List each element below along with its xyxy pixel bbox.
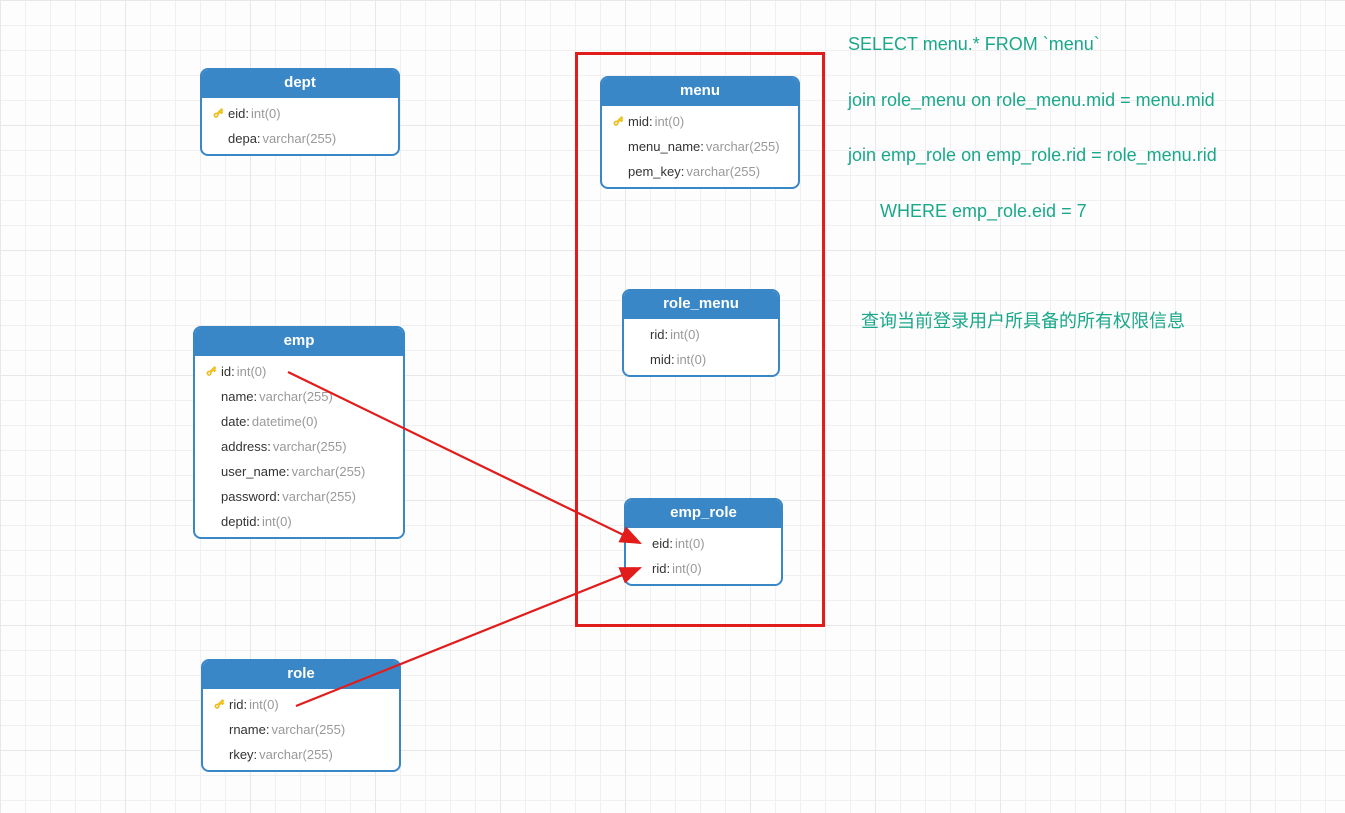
field-name: mid:	[650, 349, 675, 370]
field-name: rid:	[650, 324, 668, 345]
entity-emp-role[interactable]: emp_role eid: int(0)rid: int(0)	[624, 498, 783, 586]
field-name: menu_name:	[628, 136, 704, 157]
sql-line-2: join role_menu on role_menu.mid = menu.m…	[848, 89, 1215, 112]
field-type: int(0)	[251, 103, 281, 124]
field-name: mid:	[628, 111, 653, 132]
field-name: date:	[221, 411, 250, 432]
field-name: address:	[221, 436, 271, 457]
sql-line-4: WHERE emp_role.eid = 7	[880, 200, 1087, 223]
field-row: depa: varchar(255)	[202, 126, 398, 151]
field-row: pem_key: varchar(255)	[602, 159, 798, 184]
field-type: datetime(0)	[252, 411, 318, 432]
entity-role-menu[interactable]: role_menu rid: int(0)mid: int(0)	[622, 289, 780, 377]
field-type: int(0)	[262, 511, 292, 532]
field-row: rid: int(0)	[203, 692, 399, 717]
field-row: user_name: varchar(255)	[195, 459, 403, 484]
field-type: int(0)	[672, 558, 702, 579]
entity-emp[interactable]: emp id: int(0)name: varchar(255)date: da…	[193, 326, 405, 539]
field-row: id: int(0)	[195, 359, 403, 384]
field-name: user_name:	[221, 461, 290, 482]
entity-emp-role-title: emp_role	[626, 500, 781, 528]
field-row: eid: int(0)	[202, 101, 398, 126]
field-row: password: varchar(255)	[195, 484, 403, 509]
field-type: varchar(255)	[271, 719, 345, 740]
entity-dept[interactable]: dept eid: int(0)depa: varchar(255)	[200, 68, 400, 156]
entity-role-menu-body: rid: int(0)mid: int(0)	[624, 319, 778, 375]
key-slot	[610, 115, 628, 129]
field-row: mid: int(0)	[624, 347, 778, 372]
entity-dept-body: eid: int(0)depa: varchar(255)	[202, 98, 398, 154]
field-row: eid: int(0)	[626, 531, 781, 556]
field-name: name:	[221, 386, 257, 407]
field-type: varchar(255)	[259, 386, 333, 407]
key-icon	[213, 698, 227, 712]
field-name: eid:	[228, 103, 249, 124]
sql-line-3: join emp_role on emp_role.rid = role_men…	[848, 144, 1217, 167]
field-name: depa:	[228, 128, 261, 149]
entity-emp-title: emp	[195, 328, 403, 356]
entity-menu-title: menu	[602, 78, 798, 106]
field-type: int(0)	[675, 533, 705, 554]
field-type: int(0)	[237, 361, 267, 382]
field-type: varchar(255)	[259, 744, 333, 765]
field-row: date: datetime(0)	[195, 409, 403, 434]
field-type: int(0)	[677, 349, 707, 370]
field-row: deptid: int(0)	[195, 509, 403, 534]
field-type: varchar(255)	[292, 461, 366, 482]
field-row: mid: int(0)	[602, 109, 798, 134]
key-icon	[212, 107, 226, 121]
field-name: id:	[221, 361, 235, 382]
field-type: varchar(255)	[282, 486, 356, 507]
field-name: rid:	[652, 558, 670, 579]
field-name: pem_key:	[628, 161, 684, 182]
field-name: password:	[221, 486, 280, 507]
field-type: varchar(255)	[706, 136, 780, 157]
field-type: varchar(255)	[273, 436, 347, 457]
entity-menu-body: mid: int(0)menu_name: varchar(255)pem_ke…	[602, 106, 798, 187]
field-name: rkey:	[229, 744, 257, 765]
entity-dept-title: dept	[202, 70, 398, 98]
entity-emp-body: id: int(0)name: varchar(255)date: dateti…	[195, 356, 403, 537]
field-name: deptid:	[221, 511, 260, 532]
field-row: address: varchar(255)	[195, 434, 403, 459]
key-icon	[612, 115, 626, 129]
entity-role-menu-title: role_menu	[624, 291, 778, 319]
field-type: varchar(255)	[263, 128, 337, 149]
field-row: rid: int(0)	[624, 322, 778, 347]
field-name: rname:	[229, 719, 269, 740]
entity-emp-role-body: eid: int(0)rid: int(0)	[626, 528, 781, 584]
field-row: name: varchar(255)	[195, 384, 403, 409]
field-name: rid:	[229, 694, 247, 715]
field-row: rid: int(0)	[626, 556, 781, 581]
entity-role[interactable]: role rid: int(0)rname: varchar(255)rkey:…	[201, 659, 401, 772]
key-slot	[210, 107, 228, 121]
key-slot	[203, 365, 221, 379]
field-type: int(0)	[249, 694, 279, 715]
entity-menu[interactable]: menu mid: int(0)menu_name: varchar(255)p…	[600, 76, 800, 189]
field-type: varchar(255)	[686, 161, 760, 182]
field-row: menu_name: varchar(255)	[602, 134, 798, 159]
sql-line-1: SELECT menu.* FROM `menu`	[848, 33, 1100, 56]
field-name: eid:	[652, 533, 673, 554]
field-type: int(0)	[670, 324, 700, 345]
entity-role-title: role	[203, 661, 399, 689]
entity-role-body: rid: int(0)rname: varchar(255)rkey: varc…	[203, 689, 399, 770]
key-slot	[211, 698, 229, 712]
field-row: rkey: varchar(255)	[203, 742, 399, 767]
sql-comment: 查询当前登录用户所具备的所有权限信息	[861, 310, 1185, 333]
key-icon	[205, 365, 219, 379]
field-row: rname: varchar(255)	[203, 717, 399, 742]
field-type: int(0)	[655, 111, 685, 132]
